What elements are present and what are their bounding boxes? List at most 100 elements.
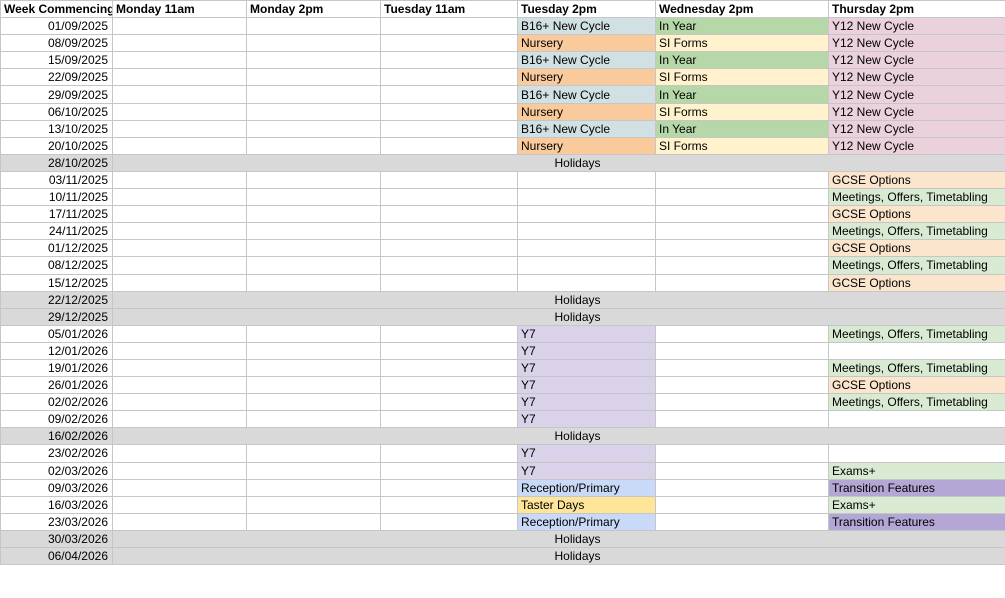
- cell-week-commencing[interactable]: 02/03/2026: [0, 461, 113, 480]
- cell-holiday[interactable]: Holidays: [112, 546, 1005, 566]
- cell-holiday[interactable]: Holidays: [112, 153, 1005, 172]
- cell-monday-11am[interactable]: [112, 170, 247, 190]
- cell-tuesday-11am[interactable]: [380, 324, 518, 343]
- cell-week-commencing[interactable]: 19/01/2026: [0, 358, 113, 378]
- cell-tuesday-11am[interactable]: [380, 17, 518, 36]
- cell-holiday[interactable]: Holidays: [112, 529, 1005, 549]
- cell-monday-11am[interactable]: [112, 222, 247, 241]
- cell-tuesday-2pm[interactable]: B16+ New Cycle: [517, 85, 656, 104]
- cell-monday-2pm[interactable]: [246, 358, 381, 378]
- cell-tuesday-2pm[interactable]: [517, 170, 656, 190]
- header-week-commencing[interactable]: Week Commencing: [0, 0, 113, 19]
- cell-monday-11am[interactable]: [112, 34, 247, 53]
- cell-monday-11am[interactable]: [112, 136, 247, 155]
- cell-thursday-2pm[interactable]: Exams+: [828, 461, 1005, 480]
- cell-tuesday-11am[interactable]: [380, 170, 518, 190]
- cell-tuesday-11am[interactable]: [380, 358, 518, 378]
- cell-week-commencing[interactable]: 22/12/2025: [0, 290, 113, 309]
- cell-tuesday-2pm[interactable]: Y7: [517, 324, 656, 343]
- cell-wednesday-2pm[interactable]: [655, 341, 829, 360]
- cell-wednesday-2pm[interactable]: [655, 188, 829, 207]
- cell-monday-11am[interactable]: [112, 376, 247, 395]
- cell-wednesday-2pm[interactable]: SI Forms: [655, 102, 829, 121]
- cell-monday-11am[interactable]: [112, 68, 247, 87]
- cell-tuesday-11am[interactable]: [380, 205, 518, 224]
- cell-week-commencing[interactable]: 20/10/2025: [0, 136, 113, 155]
- cell-wednesday-2pm[interactable]: [655, 256, 829, 275]
- cell-monday-11am[interactable]: [112, 410, 247, 429]
- cell-week-commencing[interactable]: 09/02/2026: [0, 410, 113, 429]
- cell-tuesday-11am[interactable]: [380, 102, 518, 121]
- cell-monday-11am[interactable]: [112, 273, 247, 292]
- cell-wednesday-2pm[interactable]: [655, 324, 829, 343]
- cell-week-commencing[interactable]: 28/10/2025: [0, 153, 113, 172]
- cell-tuesday-2pm[interactable]: Y7: [517, 341, 656, 360]
- cell-thursday-2pm[interactable]: Meetings, Offers, Timetabling: [828, 358, 1005, 378]
- cell-week-commencing[interactable]: 24/11/2025: [0, 222, 113, 241]
- cell-wednesday-2pm[interactable]: [655, 444, 829, 463]
- cell-monday-2pm[interactable]: [246, 239, 381, 258]
- cell-wednesday-2pm[interactable]: [655, 478, 829, 497]
- cell-wednesday-2pm[interactable]: [655, 273, 829, 292]
- cell-monday-11am[interactable]: [112, 119, 247, 138]
- cell-thursday-2pm[interactable]: [828, 341, 1005, 360]
- cell-tuesday-2pm[interactable]: Y7: [517, 461, 656, 480]
- cell-tuesday-2pm[interactable]: Nursery: [517, 34, 656, 53]
- header-tuesday-11am[interactable]: Tuesday 11am: [380, 0, 518, 19]
- cell-week-commencing[interactable]: 29/09/2025: [0, 85, 113, 104]
- cell-week-commencing[interactable]: 05/01/2026: [0, 324, 113, 343]
- cell-wednesday-2pm[interactable]: [655, 393, 829, 412]
- cell-week-commencing[interactable]: 29/12/2025: [0, 307, 113, 326]
- cell-monday-2pm[interactable]: [246, 205, 381, 224]
- cell-tuesday-2pm[interactable]: Y7: [517, 358, 656, 378]
- cell-tuesday-11am[interactable]: [380, 461, 518, 480]
- cell-tuesday-2pm[interactable]: Reception/Primary: [517, 512, 656, 531]
- cell-thursday-2pm[interactable]: Meetings, Offers, Timetabling: [828, 222, 1005, 241]
- cell-tuesday-11am[interactable]: [380, 34, 518, 53]
- cell-holiday[interactable]: Holidays: [112, 307, 1005, 326]
- cell-holiday[interactable]: Holidays: [112, 427, 1005, 446]
- cell-monday-2pm[interactable]: [246, 170, 381, 190]
- cell-tuesday-2pm[interactable]: Nursery: [517, 136, 656, 155]
- cell-week-commencing[interactable]: 26/01/2026: [0, 376, 113, 395]
- cell-week-commencing[interactable]: 01/12/2025: [0, 239, 113, 258]
- cell-monday-2pm[interactable]: [246, 222, 381, 241]
- cell-tuesday-11am[interactable]: [380, 341, 518, 360]
- cell-tuesday-2pm[interactable]: B16+ New Cycle: [517, 119, 656, 138]
- cell-thursday-2pm[interactable]: Meetings, Offers, Timetabling: [828, 188, 1005, 207]
- cell-tuesday-11am[interactable]: [380, 512, 518, 531]
- cell-week-commencing[interactable]: 22/09/2025: [0, 68, 113, 87]
- cell-monday-11am[interactable]: [112, 324, 247, 343]
- cell-monday-11am[interactable]: [112, 461, 247, 480]
- cell-wednesday-2pm[interactable]: [655, 410, 829, 429]
- cell-week-commencing[interactable]: 10/11/2025: [0, 188, 113, 207]
- cell-thursday-2pm[interactable]: GCSE Options: [828, 273, 1005, 292]
- cell-monday-2pm[interactable]: [246, 119, 381, 138]
- cell-monday-2pm[interactable]: [246, 68, 381, 87]
- cell-tuesday-11am[interactable]: [380, 495, 518, 514]
- cell-tuesday-2pm[interactable]: B16+ New Cycle: [517, 17, 656, 36]
- cell-tuesday-11am[interactable]: [380, 256, 518, 275]
- cell-thursday-2pm[interactable]: [828, 410, 1005, 429]
- cell-monday-11am[interactable]: [112, 444, 247, 463]
- cell-tuesday-2pm[interactable]: Y7: [517, 444, 656, 463]
- cell-wednesday-2pm[interactable]: [655, 205, 829, 224]
- cell-thursday-2pm[interactable]: Y12 New Cycle: [828, 17, 1005, 36]
- cell-wednesday-2pm[interactable]: [655, 170, 829, 190]
- cell-week-commencing[interactable]: 08/09/2025: [0, 34, 113, 53]
- cell-tuesday-2pm[interactable]: Nursery: [517, 102, 656, 121]
- cell-wednesday-2pm[interactable]: In Year: [655, 51, 829, 70]
- cell-monday-11am[interactable]: [112, 495, 247, 514]
- cell-thursday-2pm[interactable]: Meetings, Offers, Timetabling: [828, 256, 1005, 275]
- cell-monday-2pm[interactable]: [246, 273, 381, 292]
- cell-monday-11am[interactable]: [112, 205, 247, 224]
- cell-monday-2pm[interactable]: [246, 17, 381, 36]
- cell-tuesday-11am[interactable]: [380, 376, 518, 395]
- cell-wednesday-2pm[interactable]: [655, 495, 829, 514]
- cell-tuesday-11am[interactable]: [380, 68, 518, 87]
- cell-week-commencing[interactable]: 01/09/2025: [0, 17, 113, 36]
- cell-tuesday-2pm[interactable]: Reception/Primary: [517, 478, 656, 497]
- cell-week-commencing[interactable]: 15/12/2025: [0, 273, 113, 292]
- cell-monday-11am[interactable]: [112, 256, 247, 275]
- cell-week-commencing[interactable]: 17/11/2025: [0, 205, 113, 224]
